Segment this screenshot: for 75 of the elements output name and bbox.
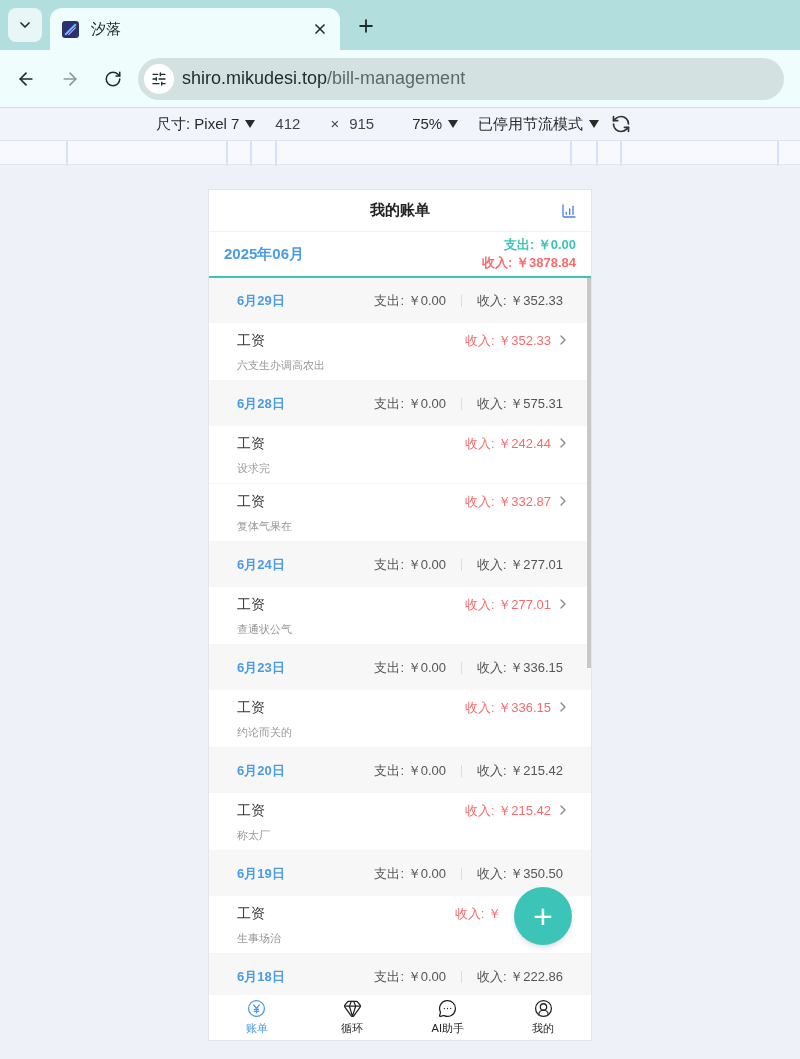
day-income: 收入: ￥336.15 xyxy=(477,658,563,677)
nav-tab[interactable]: 我的 xyxy=(495,995,591,1040)
day-date: 6月23日 xyxy=(237,658,286,677)
tab-title: 汐落 xyxy=(91,18,122,39)
day-date: 6月24日 xyxy=(237,555,286,574)
bill-category: 工资 xyxy=(237,433,266,453)
tab-list-button[interactable] xyxy=(8,8,42,42)
caret-icon xyxy=(448,120,459,128)
bill-category: 工资 xyxy=(237,903,266,923)
close-icon[interactable] xyxy=(312,21,328,37)
url-text: shiro.mikudesi.top/bill-management xyxy=(182,67,466,90)
total-income: 收入: ￥3878.84 xyxy=(482,254,576,272)
day-date: 6月19日 xyxy=(237,864,286,883)
bill-amount: 收入: ￥215.42 xyxy=(465,801,551,820)
browser-tab[interactable]: 汐落 xyxy=(50,8,340,50)
width-field[interactable]: 412 xyxy=(275,112,301,136)
throttle-select[interactable]: 已停用节流模式 xyxy=(478,112,600,136)
bill-amount: 收入: ￥336.15 xyxy=(465,698,551,717)
nav-tab[interactable]: 循环 xyxy=(304,995,400,1040)
zoom-select[interactable]: 75% xyxy=(412,112,459,136)
day-expense: 支出: ￥0.00 xyxy=(374,291,446,310)
day-income: 收入: ￥215.42 xyxy=(477,761,563,780)
bill-amount: 收入: ￥332.87 xyxy=(465,492,551,511)
reload-icon[interactable] xyxy=(104,69,122,88)
new-tab-icon[interactable] xyxy=(356,16,376,36)
diamond-icon xyxy=(342,998,362,1018)
day-income: 收入: ￥277.01 xyxy=(477,555,563,574)
settings-icon xyxy=(151,70,167,87)
bill-note: 六支生办调高农出 xyxy=(237,357,326,373)
bill-amount: 收入: ￥ xyxy=(454,904,501,923)
chart-icon[interactable] xyxy=(561,202,577,219)
day-expense: 支出: ￥0.00 xyxy=(374,394,446,413)
bill-category: 工资 xyxy=(237,594,266,614)
height-field[interactable]: 915 xyxy=(349,112,375,136)
bill-note: 查通状公气 xyxy=(237,621,293,637)
bill-note: 称太厂 xyxy=(237,827,271,843)
bill-amount: 收入: ￥352.33 xyxy=(465,331,551,350)
caret-icon xyxy=(245,120,256,128)
bill-note: 约论而关的 xyxy=(237,724,293,740)
day-expense: 支出: ￥0.00 xyxy=(374,967,446,986)
day-income: 收入: ￥350.50 xyxy=(477,864,563,883)
day-date: 6月18日 xyxy=(237,967,286,986)
bill-note: 复体气果在 xyxy=(237,518,293,534)
rotate-icon[interactable] xyxy=(611,114,632,134)
times-sign: × xyxy=(330,113,340,134)
day-income: 收入: ￥222.86 xyxy=(477,967,563,986)
day-date: 6月28日 xyxy=(237,394,286,413)
day-expense: 支出: ￥0.00 xyxy=(374,761,446,780)
bill-note: 设求完 xyxy=(237,460,271,476)
total-expense: 支出: ￥0.00 xyxy=(503,236,576,254)
bill-amount: 收入: ￥277.01 xyxy=(465,595,551,614)
address-bar[interactable]: shiro.mikudesi.top/bill-management xyxy=(138,57,784,100)
bill-category: 工资 xyxy=(237,491,266,511)
day-date: 6月29日 xyxy=(237,291,286,310)
day-income: 收入: ￥352.33 xyxy=(477,291,563,310)
device-select[interactable]: 尺寸: Pixel 7 xyxy=(156,112,256,136)
bill-category: 工资 xyxy=(237,800,266,820)
day-date: 6月20日 xyxy=(237,761,286,780)
yen-icon xyxy=(247,998,267,1018)
user-icon xyxy=(533,998,553,1018)
scrollbar[interactable] xyxy=(587,278,591,668)
site-settings-button[interactable] xyxy=(144,63,174,94)
favicon-icon xyxy=(62,20,79,38)
day-expense: 支出: ￥0.00 xyxy=(374,555,446,574)
page-title: 我的账单 xyxy=(370,200,430,221)
bill-category: 工资 xyxy=(237,697,266,717)
bill-note: 生事场治 xyxy=(237,930,282,946)
day-expense: 支出: ￥0.00 xyxy=(374,864,446,883)
day-expense: 支出: ￥0.00 xyxy=(374,658,446,677)
chat-icon xyxy=(438,998,458,1018)
nav-tab[interactable]: AI助手 xyxy=(400,995,496,1040)
bill-category: 工资 xyxy=(237,330,266,350)
caret-icon xyxy=(589,120,600,128)
day-income: 收入: ￥575.31 xyxy=(477,394,563,413)
bill-amount: 收入: ￥242.44 xyxy=(465,434,551,453)
